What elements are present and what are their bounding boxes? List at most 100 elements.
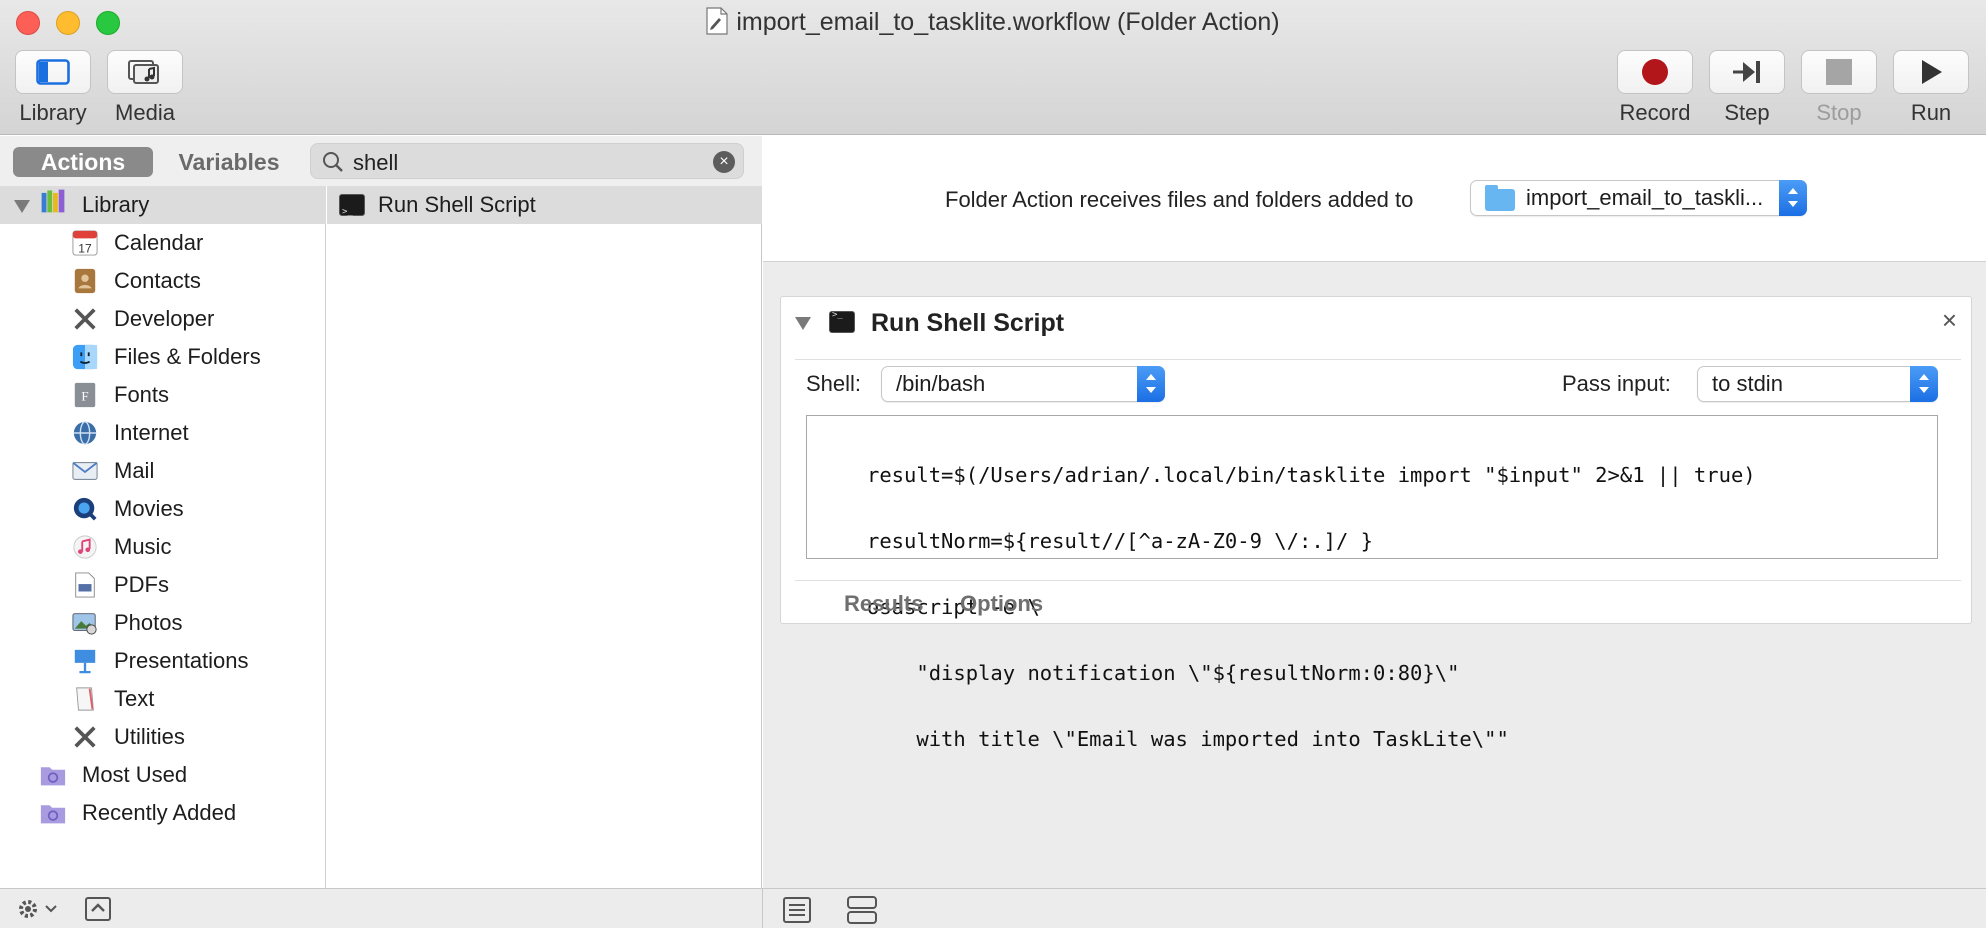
library-list: Library 17 Calendar Contacts Developer F… [0, 186, 326, 888]
library-item-fonts[interactable]: F Fonts [0, 376, 326, 414]
library-item-photos[interactable]: Photos [0, 604, 326, 642]
search-icon [323, 152, 343, 172]
library-books-icon [41, 189, 65, 213]
list-item[interactable]: Run Shell Script [327, 186, 762, 231]
smart-group-label: Recently Added [82, 800, 237, 825]
script-editor[interactable]: result=$(/Users/adrian/.local/bin/taskli… [806, 415, 1938, 750]
library-item-label: Fonts [114, 382, 170, 407]
collapse-triangle-icon[interactable] [795, 317, 811, 330]
library-root-item[interactable]: Library [0, 186, 326, 224]
terminal-icon [339, 193, 365, 231]
workflow-document-icon [706, 7, 728, 35]
library-item-label: PDFs [114, 572, 169, 597]
smart-group-most-used[interactable]: Most Used [0, 756, 326, 794]
library-item-label: Calendar [114, 230, 204, 255]
log-view-icon[interactable] [782, 896, 812, 924]
pass-input-popup[interactable]: to stdin [1697, 366, 1938, 402]
library-item-label: Presentations [114, 648, 249, 673]
window-title: import_email_to_tasklite.workflow (Folde… [736, 8, 1280, 36]
tab-options[interactable]: Options [960, 591, 1043, 617]
shell-label: Shell: [806, 371, 862, 396]
smart-group-label: Most Used [82, 762, 188, 787]
library-root-label: Library [82, 192, 150, 217]
mail-icon [72, 461, 98, 480]
automator-window: import_email_to_tasklite.workflow (Folde… [0, 0, 1986, 928]
record-toolbar-button[interactable]: Record [1617, 50, 1693, 126]
variables-view-icon[interactable] [846, 895, 878, 925]
chevron-updown-icon [1137, 366, 1165, 402]
library-item-pdfs[interactable]: PDFs [0, 566, 326, 604]
library-item-contacts[interactable]: Contacts [0, 262, 326, 300]
media-icon [107, 50, 183, 94]
tab-variables[interactable]: Variables [156, 147, 302, 177]
tab-results[interactable]: Results [844, 591, 923, 617]
chevron-updown-icon [1779, 180, 1807, 216]
library-item-label: Internet [114, 420, 189, 445]
code-line: resultNorm=${result//[^a-zA-Z0-9 \/:.]/ … [867, 529, 1374, 553]
library-item-movies[interactable]: Movies [0, 490, 326, 528]
receives-text: Folder Action receives files and folders… [945, 187, 1414, 212]
stop-icon [1801, 50, 1877, 94]
divider [795, 359, 1961, 360]
tab-actions[interactable]: Actions [13, 147, 153, 177]
library-item-calendar[interactable]: 17 Calendar [0, 224, 326, 262]
library-item-label: Utilities [114, 724, 185, 749]
step-toolbar-button[interactable]: Step [1709, 50, 1785, 126]
folder-popup[interactable]: import_email_to_taskli... [1470, 180, 1807, 216]
clear-search-icon[interactable]: × [713, 151, 735, 173]
library-item-label: Mail [114, 458, 155, 483]
contacts-icon [74, 268, 96, 294]
library-item-music[interactable]: Music [0, 528, 326, 566]
media-toolbar-button[interactable]: Media [107, 50, 183, 126]
run-toolbar-label: Run [1910, 100, 1952, 125]
library-item-label: Text [114, 686, 155, 711]
run-icon [1893, 50, 1969, 94]
workflow-area: Folder Action receives files and folders… [763, 136, 1986, 888]
library-item-files-folders[interactable]: Files & Folders [0, 338, 326, 376]
text-icon [76, 687, 94, 711]
finder-icon [72, 344, 98, 370]
library-item-label: Contacts [114, 268, 201, 293]
library-item-text[interactable]: Text [0, 680, 326, 718]
code-line: with title \"Email was imported into Tas… [867, 727, 1509, 751]
step-toolbar-label: Step [1724, 100, 1770, 125]
library-item-label: Movies [114, 496, 184, 521]
fonts-icon: F [74, 382, 96, 408]
shell-popup-value: /bin/bash [896, 371, 986, 396]
disclosure-triangle-icon[interactable] [14, 200, 30, 213]
library-item-mail[interactable]: Mail [0, 452, 326, 490]
run-toolbar-button[interactable]: Run [1893, 50, 1969, 126]
library-toolbar-button[interactable]: Library [15, 50, 91, 126]
internet-icon [73, 421, 97, 445]
presentations-icon [74, 649, 96, 674]
title-bar: import_email_to_tasklite.workflow (Folde… [0, 0, 1986, 135]
library-item-utilities[interactable]: Utilities [0, 718, 326, 756]
close-icon[interactable]: × [1942, 305, 1957, 336]
media-toolbar-label: Media [115, 100, 175, 125]
library-item-label: Developer [114, 306, 215, 331]
library-item-label: Files & Folders [114, 344, 261, 369]
library-item-internet[interactable]: Internet [0, 414, 326, 452]
gear-menu-icon[interactable] [16, 897, 62, 921]
record-icon [1617, 50, 1693, 94]
movies-icon [73, 497, 97, 521]
bottom-bar [0, 888, 1986, 928]
library-item-presentations[interactable]: Presentations [0, 642, 326, 680]
stop-toolbar-label: Stop [1816, 100, 1862, 125]
shell-popup[interactable]: /bin/bash [881, 366, 1165, 402]
search-input[interactable]: shell [353, 150, 398, 176]
library-toolbar-label: Library [19, 100, 87, 125]
search-field[interactable]: shell × [310, 143, 744, 179]
stop-toolbar-button[interactable]: Stop [1801, 50, 1877, 126]
smart-group-recently-added[interactable]: Recently Added [0, 794, 326, 832]
toggle-description-icon[interactable] [84, 896, 112, 922]
list-item-label: Run Shell Script [378, 192, 536, 217]
window-title-wrap: import_email_to_tasklite.workflow (Folde… [0, 6, 1986, 38]
utilities-icon [74, 726, 96, 748]
pass-input-popup-value: to stdin [1712, 371, 1783, 396]
record-toolbar-label: Record [1619, 100, 1691, 125]
smart-folder-icon [40, 767, 66, 786]
terminal-icon [829, 310, 855, 333]
library-item-developer[interactable]: Developer [0, 300, 326, 338]
library-item-label: Music [114, 534, 172, 559]
